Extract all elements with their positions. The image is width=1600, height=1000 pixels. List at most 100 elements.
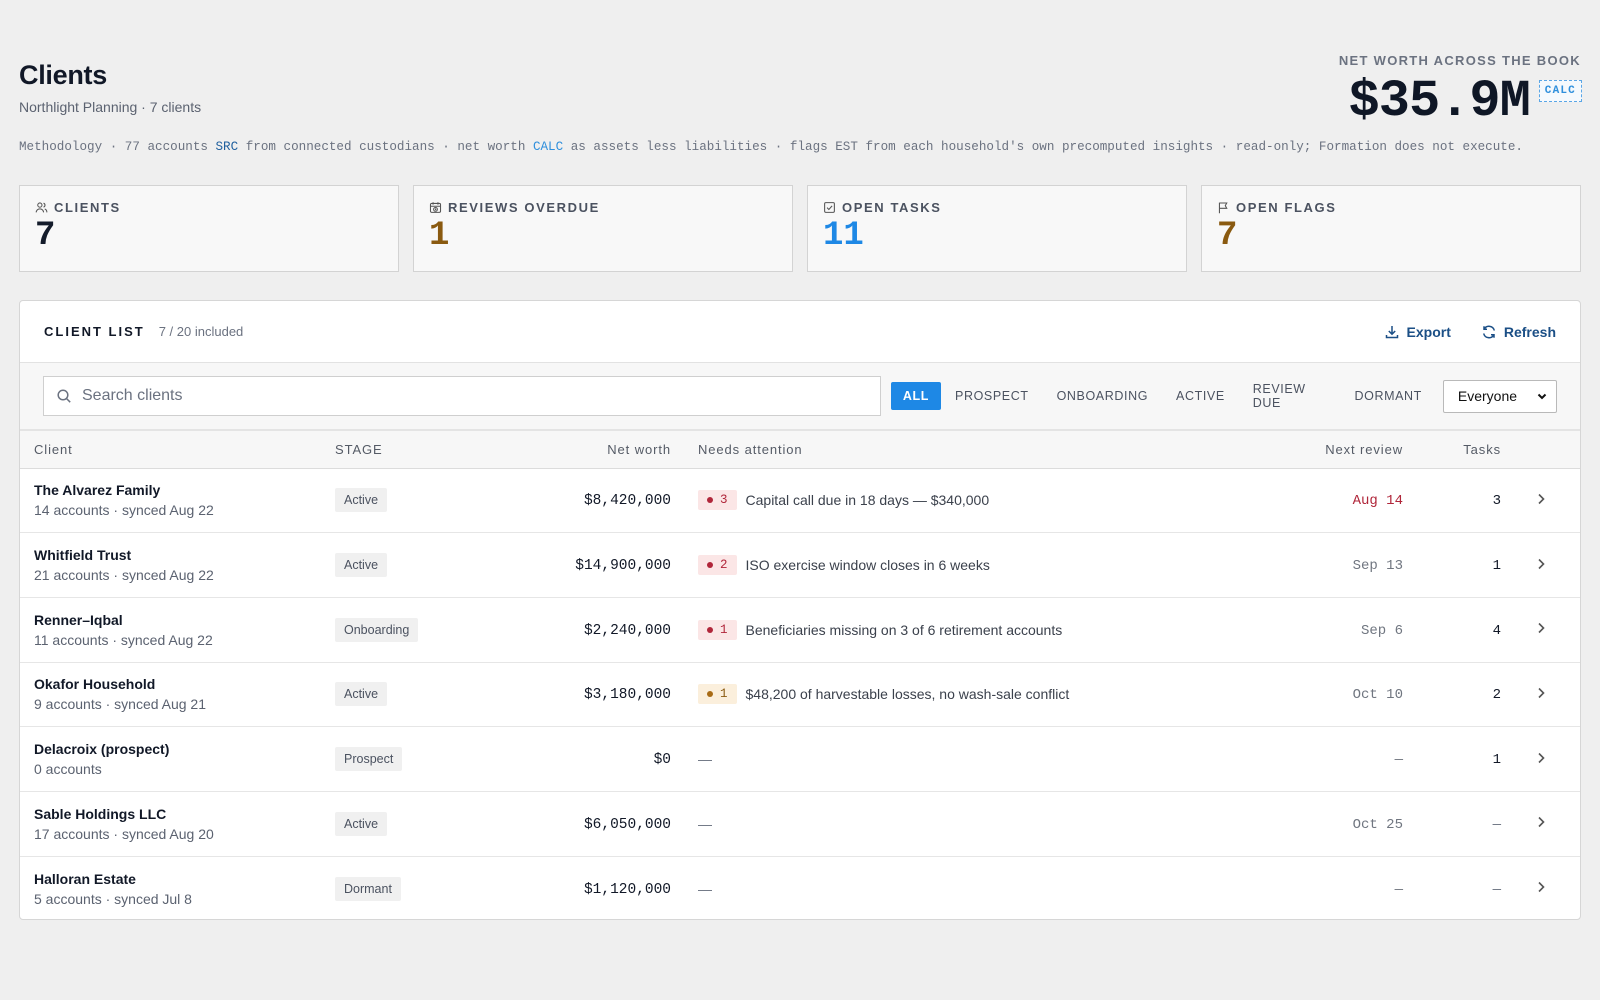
chevron-right-icon[interactable] xyxy=(1536,749,1546,769)
task-count: 1 xyxy=(1492,752,1501,769)
needs-attention: 1 Beneficiaries missing on 3 of 6 retire… xyxy=(698,619,1253,640)
client-meta: 17 accounts · synced Aug 20 xyxy=(34,825,214,842)
col-needs-attention[interactable]: Needs attention xyxy=(671,431,1253,469)
kpi-card-open-tasks: OPEN TASKS 11 xyxy=(807,185,1187,272)
table-row[interactable]: Sable Holdings LLC 17 accounts · synced … xyxy=(20,791,1580,857)
refresh-label: Refresh xyxy=(1503,323,1556,340)
kpi-label: OPEN FLAGS xyxy=(1236,200,1337,215)
col-net-worth[interactable]: Net worth xyxy=(510,431,671,469)
people-icon xyxy=(35,201,48,214)
flag-icon xyxy=(1217,201,1230,214)
stage-badge: Onboarding xyxy=(335,617,419,642)
stage-badge: Active xyxy=(335,811,388,836)
refresh-button[interactable]: Refresh xyxy=(1481,324,1556,340)
client-list-header: CLIENT LIST 7 / 20 included Export Refre… xyxy=(20,301,1580,363)
net-worth-cell: $6,050,000 xyxy=(583,816,671,833)
client-meta: 11 accounts · synced Aug 22 xyxy=(34,631,213,648)
methodology-text: from connected custodians · net worth xyxy=(238,140,533,154)
flag-count: 3 xyxy=(720,493,728,508)
client-list-title: CLIENT LIST xyxy=(44,324,145,339)
next-review-date: Aug 14 xyxy=(1352,493,1403,510)
kpi-label: REVIEWS OVERDUE xyxy=(448,200,600,215)
col-client[interactable]: Client xyxy=(20,431,335,469)
filter-all[interactable]: ALL xyxy=(890,382,942,410)
col-tasks[interactable]: Tasks xyxy=(1403,431,1501,469)
attention-text: — xyxy=(698,880,712,897)
methodology-text: as assets less liabilities · flags EST f… xyxy=(563,140,1523,154)
chevron-right-icon[interactable] xyxy=(1536,813,1546,833)
client-meta: 9 accounts · synced Aug 21 xyxy=(34,696,206,713)
stage-badge: Prospect xyxy=(335,747,403,772)
filter-prospect[interactable]: PROSPECT xyxy=(941,382,1043,410)
needs-attention: — xyxy=(698,881,1253,897)
chevron-right-icon[interactable] xyxy=(1536,684,1546,704)
calc-tag: CALC xyxy=(532,140,564,154)
col-stage[interactable]: STAGE xyxy=(335,431,510,469)
next-review-date: Sep 6 xyxy=(1360,622,1403,639)
dot-icon xyxy=(707,497,713,504)
download-icon xyxy=(1385,325,1398,338)
flag-count: 1 xyxy=(720,687,728,702)
filter-active[interactable]: ACTIVE xyxy=(1162,382,1239,410)
chevron-right-icon[interactable] xyxy=(1536,619,1546,639)
kpi-value: 11 xyxy=(823,217,864,255)
stage-badge: Dormant xyxy=(335,876,401,901)
client-name[interactable]: Renner–Iqbal xyxy=(34,612,335,628)
chevron-right-icon[interactable] xyxy=(1536,490,1546,510)
filter-onboarding[interactable]: ONBOARDING xyxy=(1043,382,1162,410)
client-name[interactable]: Halloran Estate xyxy=(34,871,335,887)
export-button[interactable]: Export xyxy=(1384,324,1451,340)
client-name[interactable]: Whitfield Trust xyxy=(34,547,335,563)
page-header: Clients Northlight Planning · 7 clients xyxy=(19,60,201,115)
table-row[interactable]: Whitfield Trust 21 accounts · synced Aug… xyxy=(20,532,1580,598)
search-box[interactable] xyxy=(43,376,881,416)
dot-icon xyxy=(707,562,713,569)
page-title: Clients xyxy=(19,60,107,90)
stage-filter-tabs: ALL PROSPECT ONBOARDING ACTIVE REVIEW DU… xyxy=(890,375,1436,417)
filter-toolbar: ALL PROSPECT ONBOARDING ACTIVE REVIEW DU… xyxy=(20,363,1580,431)
client-name[interactable]: The Alvarez Family xyxy=(34,482,335,498)
calendar-clock-icon xyxy=(429,201,442,214)
dot-icon xyxy=(707,626,713,633)
net-worth-cell: $1,120,000 xyxy=(583,881,671,898)
attention-text: — xyxy=(698,815,712,832)
flag-count-badge: 1 xyxy=(698,619,737,640)
chevron-right-icon[interactable] xyxy=(1536,878,1546,898)
flag-count-badge: 2 xyxy=(698,555,737,576)
client-name[interactable]: Sable Holdings LLC xyxy=(34,806,335,822)
attention-text: Capital call due in 18 days — $340,000 xyxy=(745,492,990,509)
needs-attention: — xyxy=(698,816,1253,832)
task-count: 2 xyxy=(1492,687,1501,704)
net-worth-cell: $0 xyxy=(653,752,671,769)
table-row[interactable]: The Alvarez Family 14 accounts · synced … xyxy=(20,468,1580,534)
task-count: 1 xyxy=(1492,558,1501,575)
client-meta: 21 accounts · synced Aug 22 xyxy=(34,567,214,584)
checkbox-icon xyxy=(823,201,836,214)
net-worth-cell: $3,180,000 xyxy=(583,687,671,704)
client-name[interactable]: Delacroix (prospect) xyxy=(34,741,335,757)
flag-count: 1 xyxy=(720,622,728,637)
kpi-card-open-flags: OPEN FLAGS 7 xyxy=(1201,185,1581,272)
chevron-right-icon[interactable] xyxy=(1536,555,1546,575)
table-row[interactable]: Okafor Household 9 accounts · synced Aug… xyxy=(20,662,1580,728)
client-meta: 0 accounts xyxy=(34,761,102,778)
needs-attention: 3 Capital call due in 18 days — $340,000 xyxy=(698,490,1253,511)
attention-text: Beneficiaries missing on 3 of 6 retireme… xyxy=(745,621,1063,638)
calc-badge: CALC xyxy=(1538,80,1582,102)
table-row[interactable]: Delacroix (prospect) 0 accounts Prospect… xyxy=(20,726,1580,792)
filter-review-due[interactable]: REVIEW DUE xyxy=(1239,375,1341,417)
table-row[interactable]: Halloran Estate 5 accounts · synced Jul … xyxy=(20,856,1580,921)
export-label: Export xyxy=(1406,323,1451,340)
filter-dormant[interactable]: DORMANT xyxy=(1341,382,1436,410)
task-count: — xyxy=(1492,816,1501,833)
client-name[interactable]: Okafor Household xyxy=(34,676,335,692)
net-worth-value: $35.9M xyxy=(1348,72,1531,131)
col-next-review[interactable]: Next review xyxy=(1253,431,1403,469)
owner-select[interactable]: Everyone xyxy=(1442,379,1557,413)
table-header-row: Client STAGE Net worth Needs attention N… xyxy=(20,431,1580,469)
table-row[interactable]: Renner–Iqbal 11 accounts · synced Aug 22… xyxy=(20,597,1580,663)
kpi-label: OPEN TASKS xyxy=(842,200,942,215)
net-worth-cell: $14,900,000 xyxy=(575,558,671,575)
search-input[interactable] xyxy=(82,387,868,405)
needs-attention: — xyxy=(698,751,1253,767)
